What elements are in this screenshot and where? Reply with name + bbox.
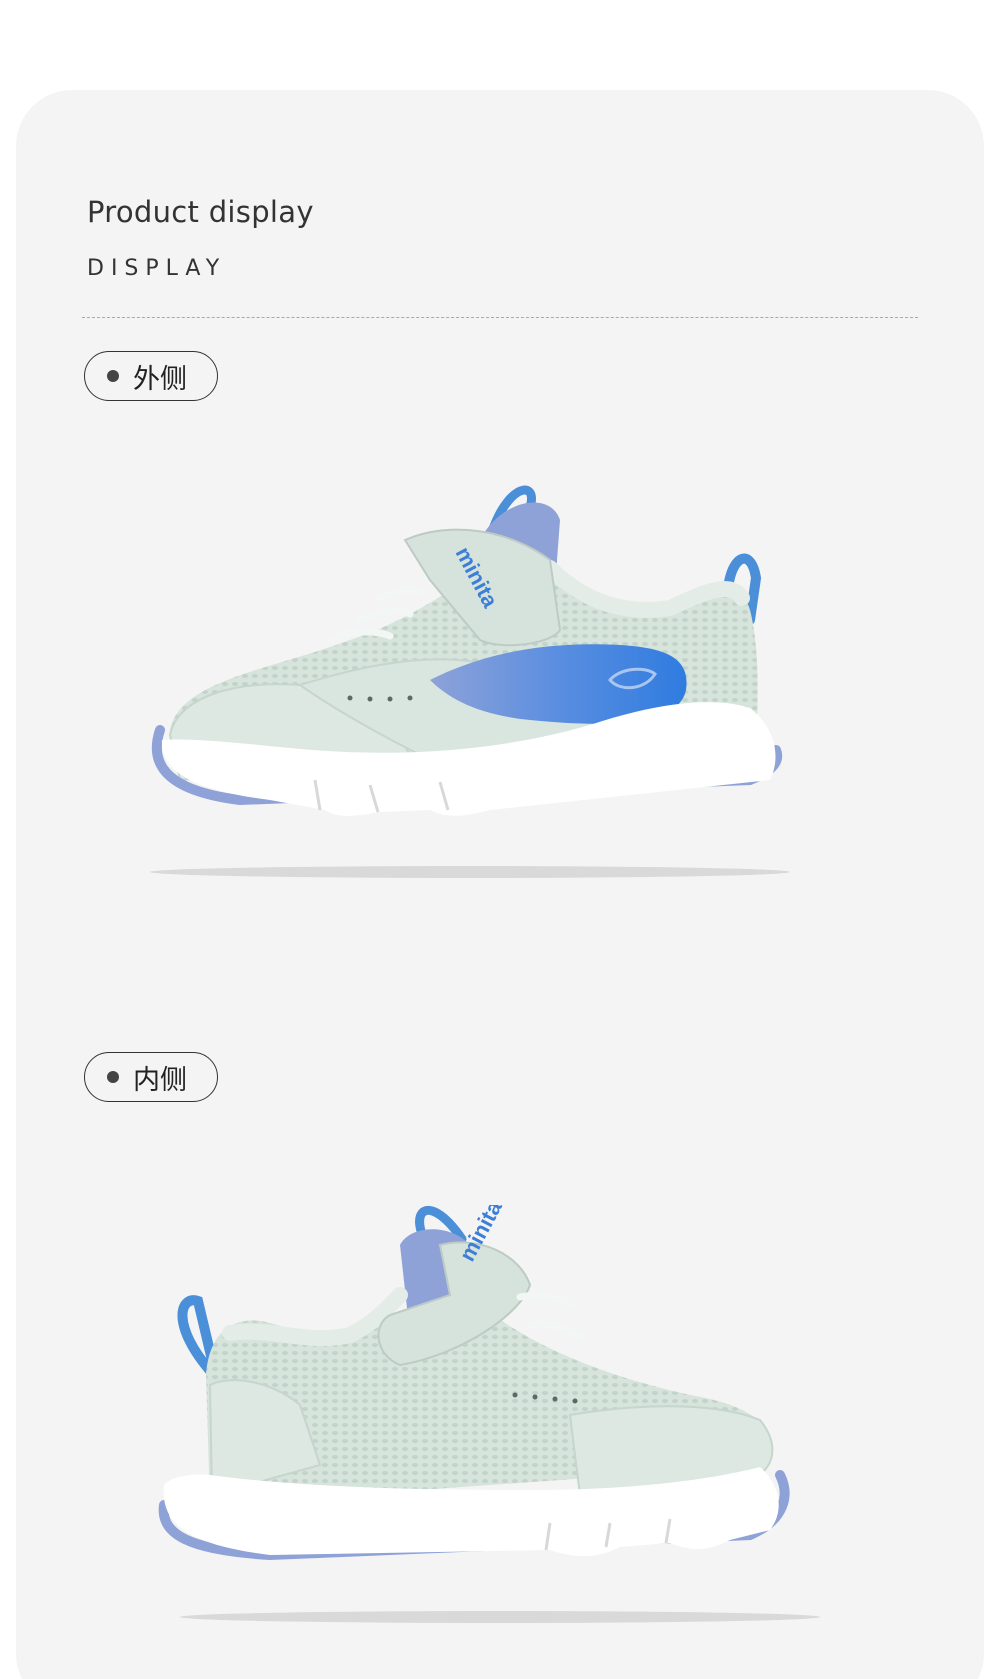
shoe-inner-side-image: minita — [158, 1205, 820, 1623]
view-tag-inner: 内侧 — [84, 1052, 218, 1102]
section-title: Product display — [87, 195, 314, 229]
view-tag-label: 外侧 — [133, 363, 187, 395]
shoe-outer-side-image: minita — [150, 485, 790, 878]
bullet-dot-icon — [107, 1071, 119, 1083]
dashed-divider — [82, 317, 918, 318]
view-tag-outer: 外侧 — [84, 351, 218, 401]
view-tag-label: 内侧 — [133, 1064, 187, 1096]
bullet-dot-icon — [107, 370, 119, 382]
section-subtitle: DISPLAY — [87, 256, 227, 281]
